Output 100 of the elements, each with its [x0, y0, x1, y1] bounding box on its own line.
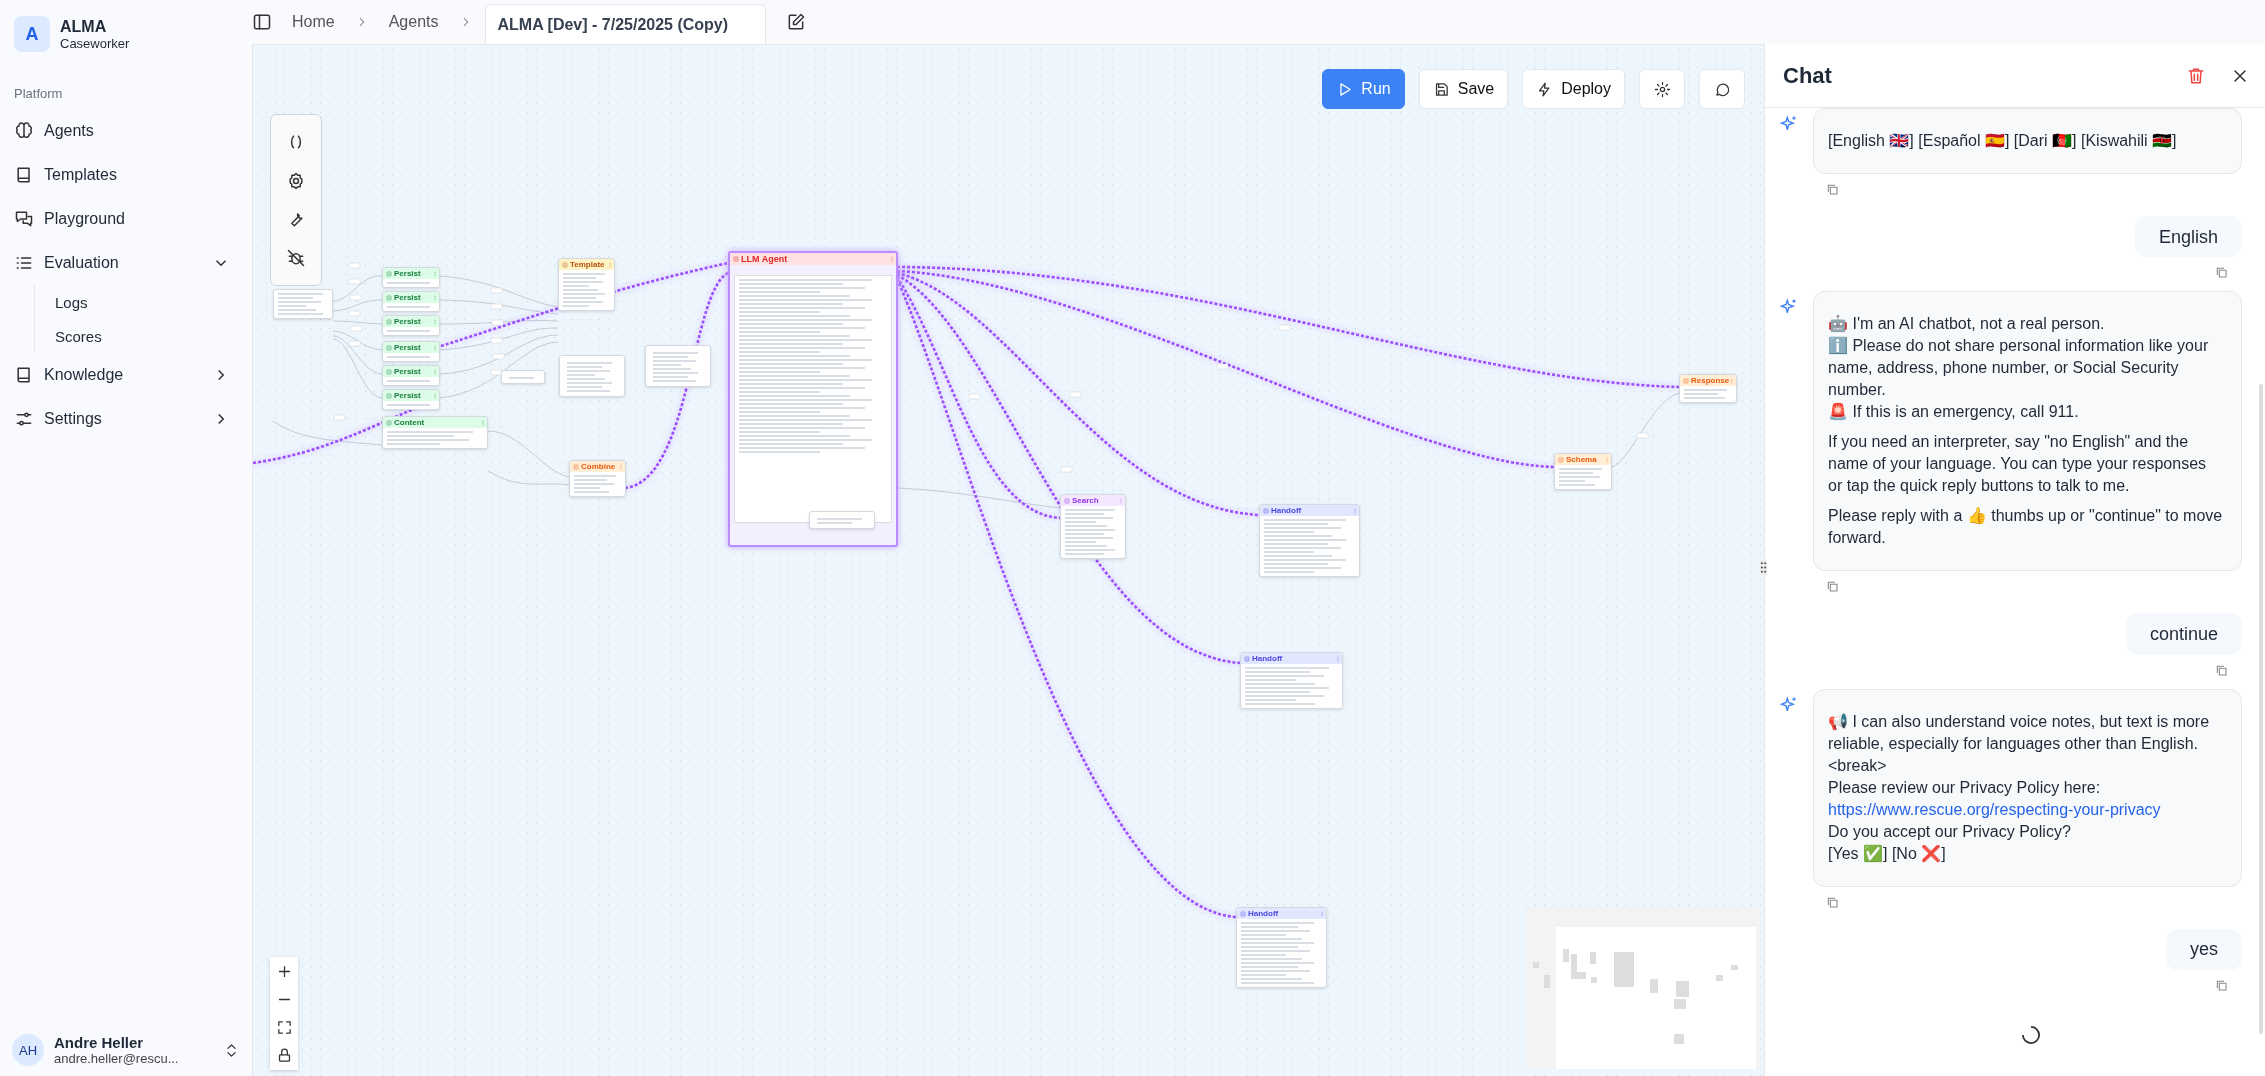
- sidebar-item[interactable]: Settings: [14, 397, 240, 441]
- node-icon: [386, 392, 392, 399]
- user-name: Andre Heller: [54, 1034, 145, 1051]
- toolbar-button[interactable]: Deploy: [1522, 69, 1625, 109]
- workflow-node[interactable]: Persist: [382, 291, 440, 312]
- node-icon: [386, 318, 392, 325]
- edge-badge: [490, 369, 503, 376]
- breadcrumb-link[interactable]: Home: [292, 13, 335, 31]
- edge-badge: [333, 414, 346, 421]
- node-icon: [1263, 507, 1269, 514]
- node-icon: [562, 261, 568, 268]
- workflow-node[interactable]: Combine: [569, 460, 626, 497]
- workflow-node[interactable]: Search: [1060, 494, 1126, 559]
- bug-off-icon[interactable]: [286, 247, 306, 268]
- message-text: Please review our Privacy Policy here:: [1828, 777, 2102, 798]
- workflow-node[interactable]: Persist: [382, 267, 440, 288]
- message-text: 🚨 If this is an emergency, call 911.: [1828, 402, 2080, 423]
- node-title: Persist: [394, 367, 422, 376]
- workflow-node[interactable]: Persist: [382, 389, 440, 410]
- sidebar-subitem[interactable]: Scores: [55, 319, 102, 353]
- message-text: <break>: [1828, 755, 1888, 776]
- edge-badge: [348, 278, 361, 285]
- node-icon: [1683, 377, 1689, 384]
- edge-badge: [350, 325, 363, 332]
- connector-line: [332, 320, 383, 325]
- edge-badge: [348, 340, 361, 347]
- node-title: Persist: [394, 317, 422, 326]
- toolbar-button[interactable]: Run: [1322, 69, 1405, 109]
- workflow-node[interactable]: Response: [1679, 374, 1737, 403]
- node-icon: [733, 256, 739, 262]
- edge-badge: [348, 262, 361, 269]
- edge-badge: [1069, 391, 1082, 398]
- node-title: LLM Agent: [741, 254, 789, 264]
- user-email: andre.heller@rescu...: [54, 1051, 180, 1066]
- node-icon: [386, 419, 392, 426]
- workflow-node[interactable]: Persist: [382, 315, 440, 336]
- workflow-node[interactable]: Template: [558, 258, 615, 311]
- sidebar-item[interactable]: Templates: [14, 153, 240, 197]
- edge-badge: [490, 303, 503, 310]
- copy-icon[interactable]: [2214, 978, 2230, 994]
- settings-button[interactable]: [1639, 69, 1685, 109]
- note-card[interactable]: [809, 511, 875, 529]
- edge-badge: [490, 287, 503, 294]
- chat-button[interactable]: [1699, 69, 1745, 109]
- sidebar-item[interactable]: Evaluation: [14, 241, 240, 285]
- workflow-node[interactable]: [273, 289, 333, 319]
- node-title: Combine: [581, 462, 617, 471]
- node-icon: [1558, 456, 1564, 463]
- sidebar-item[interactable]: Knowledge: [14, 353, 240, 397]
- app-subtitle: Caseworker: [60, 35, 130, 51]
- privacy-link[interactable]: https://www.rescue.org/respecting-your-privacy: [1828, 798, 2161, 821]
- workflow-node[interactable]: Schema: [1554, 453, 1612, 490]
- node-title: Persist: [394, 343, 422, 352]
- edge-badge: [1060, 466, 1073, 473]
- gear-icon[interactable]: [286, 170, 306, 191]
- panel-title: Chat: [1783, 62, 1833, 89]
- workflow-node[interactable]: Persist: [382, 341, 440, 362]
- sliders-icon: [14, 409, 34, 429]
- node-icon: [386, 270, 392, 277]
- sidebar-item[interactable]: Playground: [14, 197, 240, 241]
- sidebar-item[interactable]: Agents: [14, 109, 240, 153]
- copy-icon[interactable]: [1825, 182, 1841, 198]
- workflow-node[interactable]: Handoff: [1259, 504, 1360, 577]
- node-title: Handoff: [1248, 909, 1280, 918]
- workflow-node[interactable]: LLM Agent: [728, 251, 898, 547]
- breadcrumb-link[interactable]: Agents: [388, 13, 439, 31]
- workflow-node[interactable]: Handoff: [1236, 907, 1327, 988]
- user-message: English: [2134, 216, 2242, 258]
- edge-badge: [490, 337, 503, 344]
- note-card[interactable]: [559, 355, 625, 397]
- node-icon: [573, 463, 579, 470]
- resize-handle-icon[interactable]: [1760, 560, 1767, 575]
- sidebar-toggle-icon[interactable]: [252, 12, 272, 32]
- workflow-node[interactable]: Handoff: [1240, 652, 1343, 709]
- edge-badge: [349, 294, 362, 301]
- message-text: ℹ Please do not share personal information like your name, address, phone number, or Social Security number.: [1828, 336, 2210, 401]
- toolbar-button[interactable]: Save: [1418, 69, 1509, 109]
- fit-view-icon[interactable]: [275, 1019, 293, 1036]
- node-title: Persist: [394, 269, 422, 278]
- edge-badge: [1216, 363, 1229, 370]
- node-icon: [1064, 497, 1070, 504]
- edge-badge: [968, 393, 981, 400]
- edge-badge: [1278, 324, 1291, 331]
- app-name: ALMA: [60, 17, 108, 36]
- note-card[interactable]: [645, 345, 711, 387]
- node-title: Schema: [1566, 455, 1598, 464]
- workflow-node[interactable]: Persist: [382, 365, 440, 386]
- section-label: Platform: [14, 86, 64, 101]
- node-title: Handoff: [1271, 506, 1303, 515]
- message-text: 🤖 I'm an AI chatbot, not a real person.: [1828, 314, 2106, 335]
- node-title: Search: [1072, 496, 1100, 505]
- message-text: [English 🇬🇧] [Español 🇪🇸] [Dari 🇦🇫] [Kiswahili 🇰🇪]: [1828, 131, 2178, 151]
- node-icon: [386, 294, 392, 301]
- logo-badge: A: [14, 16, 50, 52]
- node-icon: [386, 344, 392, 351]
- avatar: AH: [12, 1034, 44, 1066]
- note-card[interactable]: [501, 370, 545, 384]
- workflow-node[interactable]: Content: [382, 416, 488, 449]
- sidebar-subitem[interactable]: Logs: [55, 285, 88, 319]
- message-text: 📢 I can also understand voice notes, but text is more reliable, especially for languages other than English.: [1828, 711, 2211, 754]
